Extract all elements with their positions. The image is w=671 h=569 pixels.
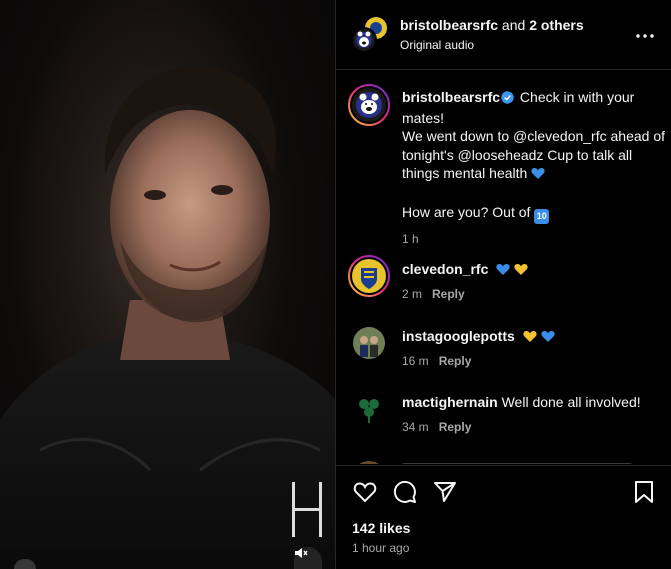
original-audio-link[interactable]: Original audio: [400, 38, 584, 52]
collab-avatar-icon: [351, 17, 387, 53]
reply-button[interactable]: Reply: [432, 287, 465, 301]
save-button[interactable]: [631, 479, 657, 505]
clipped-comment-shape: [359, 461, 632, 464]
muted-speaker-icon: [295, 548, 308, 558]
bear-logo-icon: [348, 84, 390, 126]
video-player[interactable]: [0, 0, 336, 569]
header-connector: and: [498, 17, 530, 33]
caption-timestamp[interactable]: 1 h: [402, 230, 667, 249]
blue-heart-icon: [540, 330, 555, 346]
header-others-link[interactable]: 2 others: [529, 17, 583, 33]
comment-username-link[interactable]: instagooglepotts: [402, 328, 515, 344]
collab-avatars[interactable]: [350, 16, 388, 54]
video-frame: [0, 66, 336, 569]
comment-item-partial: [348, 454, 663, 464]
blue-heart-icon: [496, 263, 510, 279]
reply-button[interactable]: Reply: [439, 354, 472, 368]
share-button[interactable]: [432, 479, 458, 505]
bookmark-icon: [635, 481, 653, 503]
verified-badge-icon: [501, 90, 514, 109]
comment-button[interactable]: [392, 479, 418, 505]
post-header: bristolbearsrfc and 2 others Original au…: [336, 0, 671, 70]
mute-button[interactable]: [294, 547, 322, 569]
shamrock-logo-icon: [353, 393, 385, 425]
yellow-heart-icon: [514, 263, 528, 279]
comment-item: clevedon_rfc 2 m Reply: [348, 255, 663, 311]
comment-avatar[interactable]: [348, 388, 390, 435]
more-dots-icon: [636, 34, 654, 38]
comment-item: mactighernain Well done all involved! 34…: [348, 388, 663, 444]
caption-line3: How are you? Out of: [402, 203, 531, 220]
likes-count[interactable]: 142 likes: [352, 520, 410, 536]
caption-avatar[interactable]: [348, 84, 390, 131]
comment-item: instagooglepotts 16 m Reply: [348, 322, 663, 378]
heart-outline-icon: [353, 482, 377, 503]
post-details-panel: bristolbearsrfc and 2 others Original au…: [335, 0, 671, 569]
post-actions: 142 likes 1 hour ago: [336, 465, 671, 569]
comment-avatar[interactable]: [348, 322, 390, 369]
number-ten-badge: 10: [534, 208, 550, 224]
blue-heart-icon: [531, 166, 545, 185]
user-photo-icon: [353, 327, 385, 359]
comment-username-link[interactable]: mactighernain: [402, 394, 498, 410]
header-username-link[interactable]: bristolbearsrfc: [400, 17, 498, 33]
more-options-button[interactable]: [635, 26, 655, 46]
comment-timestamp[interactable]: 2 m: [402, 287, 422, 301]
comment-timestamp[interactable]: 16 m: [402, 354, 429, 368]
paper-plane-icon: [434, 482, 456, 502]
caption-username-link[interactable]: bristolbearsrfc: [402, 89, 500, 105]
comment-bubble-icon: [393, 480, 416, 503]
comment-username-link[interactable]: clevedon_rfc: [402, 261, 488, 277]
clevedon-crest-icon: [348, 255, 390, 297]
comment-avatar[interactable]: [348, 255, 390, 302]
post-time[interactable]: 1 hour ago: [352, 541, 409, 555]
reply-button[interactable]: Reply: [439, 420, 472, 434]
comment-text: Well done all involved!: [501, 394, 641, 410]
like-button[interactable]: [352, 479, 378, 505]
yellow-heart-icon: [523, 330, 537, 346]
comment-timestamp[interactable]: 34 m: [402, 420, 429, 434]
